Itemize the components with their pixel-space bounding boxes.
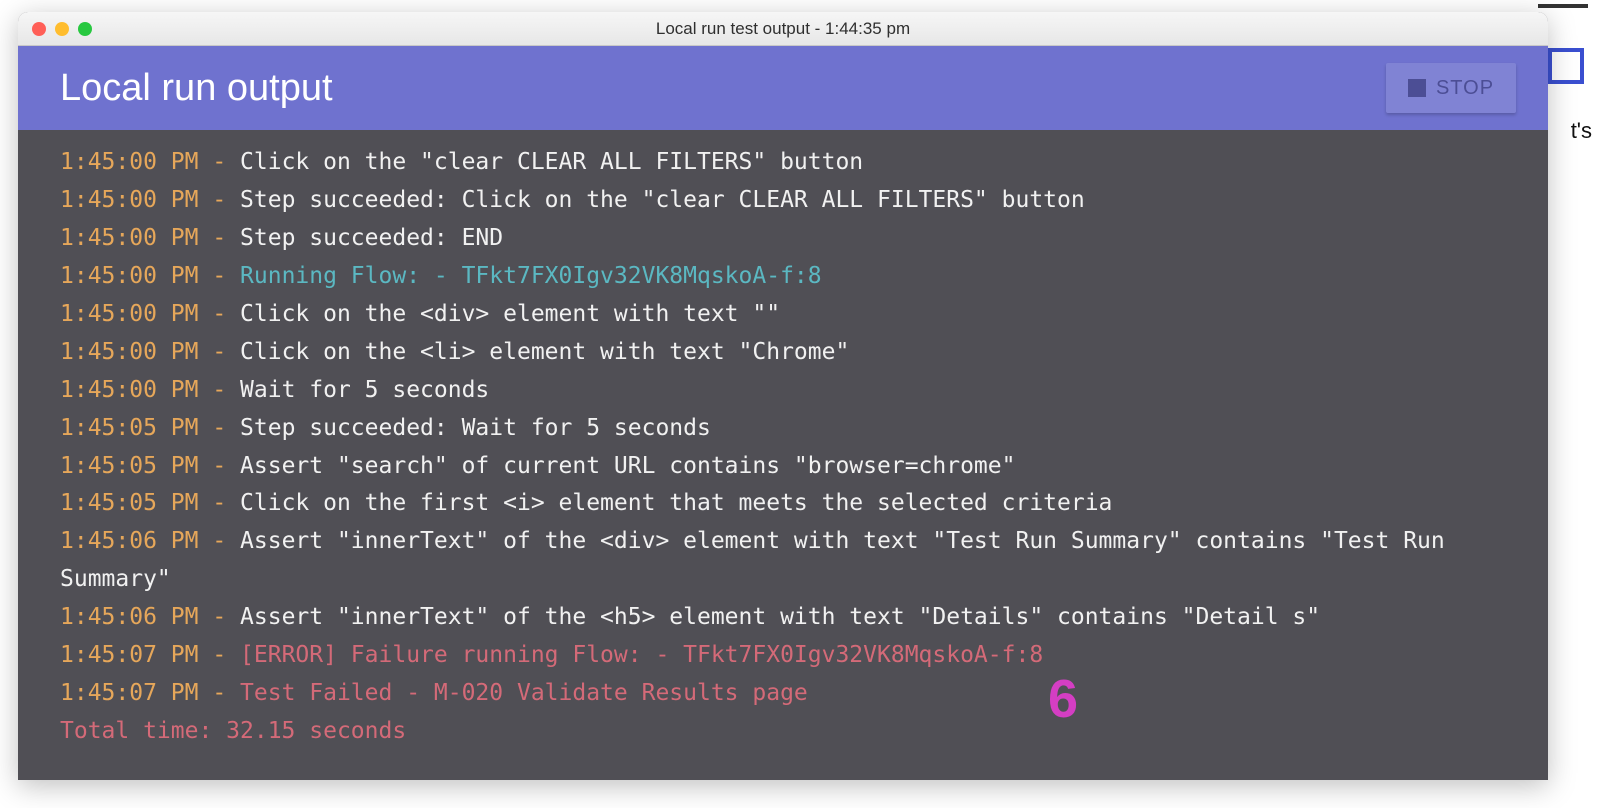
log-separator: - xyxy=(198,187,240,213)
log-line: 1:45:00 PM - Click on the <div> element … xyxy=(60,296,1506,334)
log-total-time: Total time: 32.15 seconds xyxy=(60,713,1506,751)
log-line: 1:45:07 PM - Test Failed - M-020 Validat… xyxy=(60,675,1506,713)
log-separator: - xyxy=(198,415,240,441)
log-line: 1:45:05 PM - Assert "search" of current … xyxy=(60,448,1506,486)
log-line: 1:45:00 PM - Click on the "clear CLEAR A… xyxy=(60,144,1506,182)
stop-button-label: STOP xyxy=(1436,77,1494,100)
log-timestamp: 1:45:05 PM xyxy=(60,490,198,516)
log-separator: - xyxy=(198,301,240,327)
log-message: Running Flow: - TFkt7FX0Igv32VK8MqskoA-f… xyxy=(240,263,822,289)
log-separator: - xyxy=(198,263,240,289)
log-timestamp: 1:45:07 PM xyxy=(60,642,198,668)
log-timestamp: 1:45:00 PM xyxy=(60,187,198,213)
window-controls xyxy=(32,22,92,36)
log-line: 1:45:00 PM - Step succeeded: Click on th… xyxy=(60,182,1506,220)
log-separator: - xyxy=(198,453,240,479)
log-timestamp: 1:45:00 PM xyxy=(60,377,198,403)
log-timestamp: 1:45:00 PM xyxy=(60,301,198,327)
log-separator: - xyxy=(198,339,240,365)
console-output: 1:45:00 PM - Click on the "clear CLEAR A… xyxy=(18,130,1548,780)
log-message: Step succeeded: Click on the "clear CLEA… xyxy=(240,187,1085,213)
log-line: 1:45:00 PM - Wait for 5 seconds xyxy=(60,372,1506,410)
log-message: Click on the <div> element with text "" xyxy=(240,301,780,327)
maximize-icon[interactable] xyxy=(78,22,92,36)
log-timestamp: 1:45:06 PM xyxy=(60,528,198,554)
log-message: Test Failed - M-020 Validate Results pag… xyxy=(240,680,808,706)
log-message: Click on the first <i> element that meet… xyxy=(240,490,1112,516)
annotation-number: 6 xyxy=(1048,655,1078,744)
log-separator: - xyxy=(198,642,240,668)
header: Local run output STOP xyxy=(18,46,1548,130)
log-line: 1:45:06 PM - Assert "innerText" of the <… xyxy=(60,599,1506,637)
log-timestamp: 1:45:00 PM xyxy=(60,225,198,251)
log-timestamp: 1:45:07 PM xyxy=(60,680,198,706)
log-message: Step succeeded: END xyxy=(240,225,503,251)
background-decoration xyxy=(1544,0,1594,84)
log-timestamp: 1:45:00 PM xyxy=(60,263,198,289)
log-line: 1:45:00 PM - Click on the <li> element w… xyxy=(60,334,1506,372)
log-separator: - xyxy=(198,377,240,403)
log-timestamp: 1:45:05 PM xyxy=(60,453,198,479)
window-title: Local run test output - 1:44:35 pm xyxy=(18,19,1548,39)
log-message: Click on the <li> element with text "Chr… xyxy=(240,339,849,365)
stop-button[interactable]: STOP xyxy=(1386,63,1516,113)
log-separator: - xyxy=(198,225,240,251)
log-message: Assert "search" of current URL contains … xyxy=(240,453,1015,479)
log-separator: - xyxy=(198,680,240,706)
log-timestamp: 1:45:05 PM xyxy=(60,415,198,441)
log-message: Click on the "clear CLEAR ALL FILTERS" b… xyxy=(240,149,863,175)
minimize-icon[interactable] xyxy=(55,22,69,36)
log-separator: - xyxy=(198,604,240,630)
log-line: 1:45:05 PM - Step succeeded: Wait for 5 … xyxy=(60,410,1506,448)
log-message: [ERROR] Failure running Flow: - TFkt7FX0… xyxy=(240,642,1043,668)
log-separator: - xyxy=(198,528,240,554)
log-line: 1:45:06 PM - Assert "innerText" of the <… xyxy=(60,523,1506,599)
close-icon[interactable] xyxy=(32,22,46,36)
log-timestamp: 1:45:00 PM xyxy=(60,149,198,175)
log-message: Assert "innerText" of the <div> element … xyxy=(60,528,1459,592)
log-message: Assert "innerText" of the <h5> element w… xyxy=(240,604,1320,630)
titlebar: Local run test output - 1:44:35 pm xyxy=(18,12,1548,46)
log-line: 1:45:00 PM - Running Flow: - TFkt7FX0Igv… xyxy=(60,258,1506,296)
log-separator: - xyxy=(198,490,240,516)
window: Local run test output - 1:44:35 pm Local… xyxy=(18,12,1548,780)
stop-icon xyxy=(1408,79,1426,97)
background-text-fragment: t's xyxy=(1571,118,1592,144)
log-timestamp: 1:45:00 PM xyxy=(60,339,198,365)
page-title: Local run output xyxy=(60,67,333,110)
log-line: 1:45:00 PM - Step succeeded: END xyxy=(60,220,1506,258)
log-message: Wait for 5 seconds xyxy=(240,377,489,403)
log-timestamp: 1:45:06 PM xyxy=(60,604,198,630)
log-message: Step succeeded: Wait for 5 seconds xyxy=(240,415,711,441)
log-separator: - xyxy=(198,149,240,175)
log-line: 1:45:05 PM - Click on the first <i> elem… xyxy=(60,485,1506,523)
log-line: 1:45:07 PM - [ERROR] Failure running Flo… xyxy=(60,637,1506,675)
